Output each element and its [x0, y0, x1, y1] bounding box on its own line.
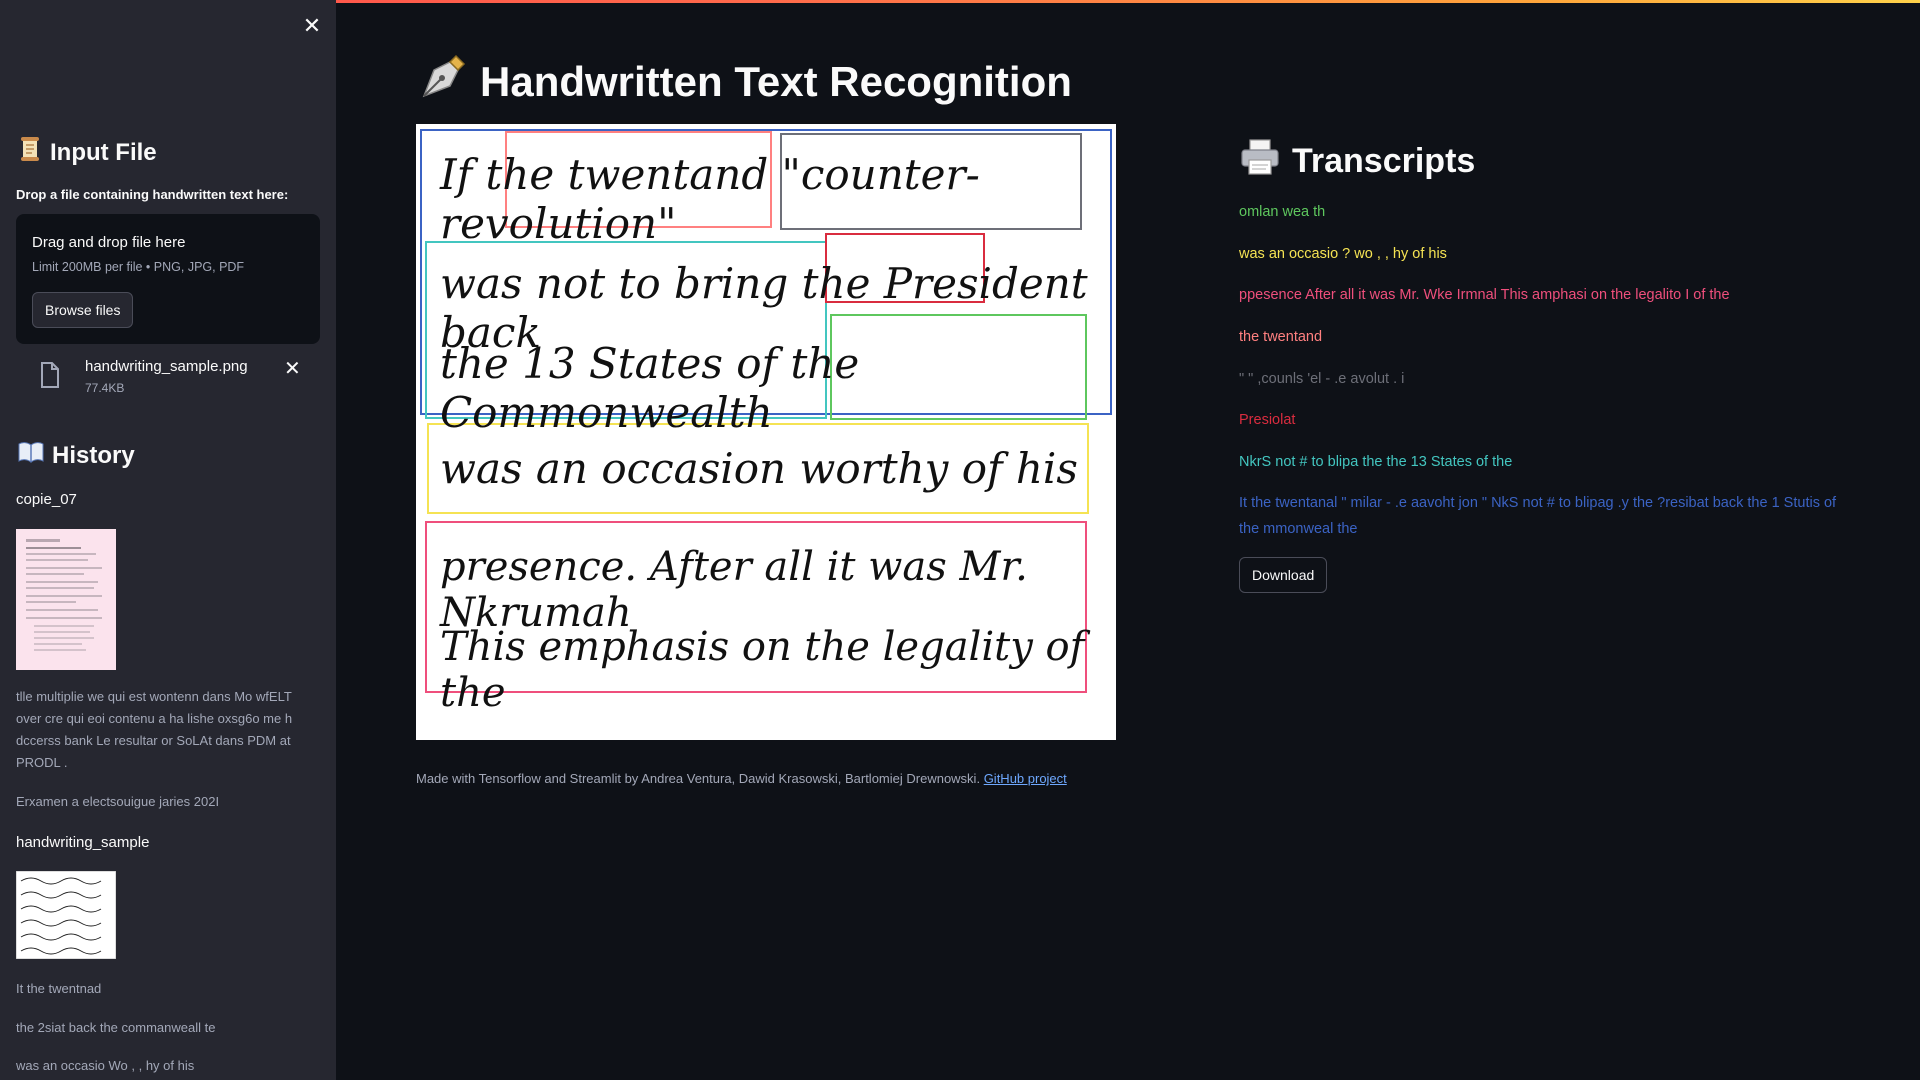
history-item-name: handwriting_sample [16, 834, 150, 851]
transcript-line: It the twentanal " milar - .e aavoht jon… [1239, 495, 1837, 537]
transcripts-heading-text: Transcripts [1292, 142, 1476, 180]
history-heading: History [18, 441, 135, 470]
handwriting-line: was an occasion worthy of his [440, 444, 1078, 493]
page-title-text: Handwritten Text Recognition [480, 58, 1072, 105]
handwriting-image: If the twentand "counter-revolution" was… [416, 124, 1116, 740]
history-transcript-line: tlle multiplie we qui est wontenn dans M… [16, 689, 293, 770]
handwriting-line: If the twentand "counter-revolution" [440, 150, 980, 248]
download-button[interactable]: Download [1239, 557, 1328, 593]
transcript-line: was an occasio ? wo , , hy of his [1239, 246, 1447, 262]
caption-text: Made with Tensorflow and Streamlit by An… [416, 771, 981, 786]
history-transcript-line: was an occasio Wo , , hy of his [16, 1058, 195, 1073]
input-file-heading-text: Input File [50, 138, 157, 166]
file-dropzone[interactable]: Drag and drop file here Limit 200MB per … [16, 214, 320, 344]
uploaded-file-row: handwriting_sample.png 77.4KB ✕ [40, 356, 310, 400]
close-icon[interactable]: ✕ [300, 14, 324, 38]
dropzone-limits: Limit 200MB per file • PNG, JPG, PDF [32, 260, 245, 274]
remove-file-icon[interactable]: ✕ [284, 356, 301, 381]
handwriting-line: presence. After all it was Mr. Nkrumah [440, 544, 1028, 636]
file-icon [40, 362, 60, 388]
github-project-link[interactable]: GitHub project [984, 771, 1067, 786]
footer-caption: Made with Tensorflow and Streamlit by An… [416, 771, 1067, 786]
input-file-heading: Input File [18, 136, 157, 169]
transcript-line: omlan wea th [1239, 204, 1326, 220]
handwriting-line: the 13 States of the Commonwealth [440, 339, 860, 437]
fountain-pen-icon [420, 54, 466, 110]
transcript-line: NkrS not # to blipa the the 13 States of… [1239, 454, 1513, 470]
history-thumbnail[interactable] [16, 529, 116, 670]
open-book-icon [18, 441, 44, 470]
dropzone-title: Drag and drop file here [32, 234, 186, 251]
transcript-line: Presiolat [1239, 412, 1296, 428]
transcripts-heading: Transcripts [1240, 138, 1475, 185]
history-transcript-line: the 2siat back the commanweall te [16, 1020, 216, 1035]
transcript-line: ppesence After all it was Mr. Wke Irmnal… [1239, 287, 1730, 303]
browse-files-button[interactable]: Browse files [32, 292, 134, 328]
drop-label: Drop a file containing handwritten text … [16, 187, 289, 202]
handwriting-line: This emphasis on the legality of the [440, 624, 1085, 716]
history-transcript-line: It the twentnad [16, 981, 102, 996]
history-item-name: copie_07 [16, 491, 77, 508]
history-transcript-line: Erxamen a electsouigue jaries 202I [16, 794, 220, 809]
uploaded-file-name: handwriting_sample.png [85, 358, 248, 375]
printer-icon [1240, 138, 1280, 185]
history-heading-text: History [52, 441, 135, 469]
transcript-line: the twentand [1239, 329, 1323, 345]
scroll-icon [18, 136, 42, 169]
transcript-line: " " ,counls 'el - .e avolut . i [1239, 371, 1405, 387]
history-thumbnail[interactable] [15, 870, 117, 960]
sidebar: ✕ Input File Drop a file containing hand… [0, 0, 336, 1080]
page-title: Handwritten Text Recognition [420, 54, 1072, 110]
uploaded-file-size: 77.4KB [85, 381, 125, 395]
